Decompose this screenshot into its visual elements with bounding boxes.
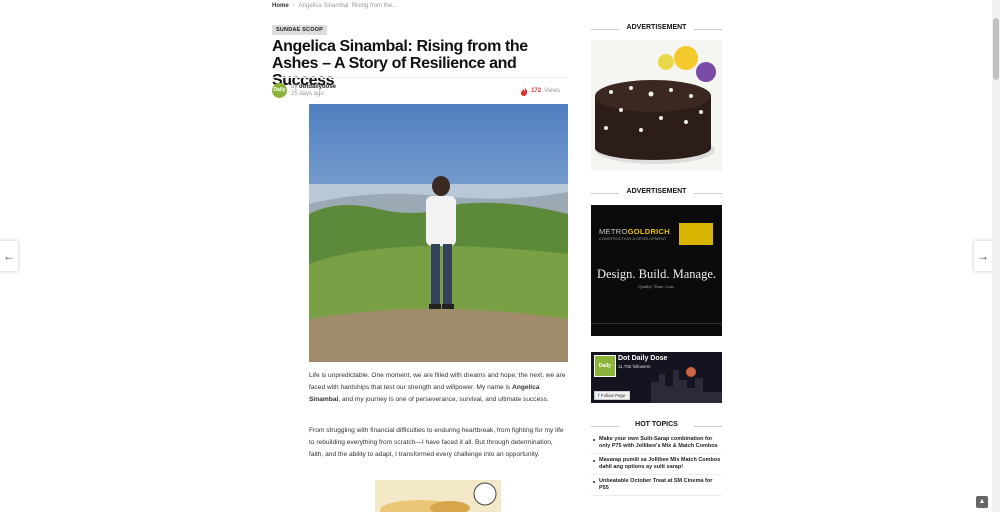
facebook-page-logo: Daily [594,355,616,377]
author-name-link[interactable]: dotdailydose [299,84,336,90]
article-paragraph: From struggling with financial difficult… [309,427,564,458]
facebook-page-name[interactable]: Dot Daily Dose [618,355,667,362]
breadcrumb-home-link[interactable]: Home [272,3,289,9]
article-paragraph: Life is unpredictable. One moment, we ar… [309,370,567,405]
views-counter: 172 Views [520,86,560,96]
author-byline: by dotdailydose [291,84,336,90]
goldrich-logo-icon [679,223,713,245]
advertisement-heading: ADVERTISEMENT [591,24,722,36]
facebook-page-widget[interactable]: Daily Dot Daily Dose 11,755 followers f … [591,352,722,403]
metro-goldrich-advertisement[interactable]: METROGOLDRICH CONSTRUCTION & DEVELOPMENT… [591,205,722,336]
follow-label: Follow Page [600,393,626,398]
hero-image [309,104,568,362]
author-avatar[interactable]: Daily [272,83,287,98]
ad-tagline: Quality. Time. Cost. [638,284,675,289]
ad-brand: METROGOLDRICH [599,227,670,236]
advertisement-heading: ADVERTISEMENT [591,188,722,200]
category-badge[interactable]: SUNDAE SCOOP [272,25,328,35]
back-to-top-button[interactable]: ▲ [976,496,988,508]
ad-brand-main: GOLDRICH [627,227,670,236]
previous-post-arrow[interactable]: ← [0,241,18,271]
ad-brand-sub: CONSTRUCTION & DEVELOPMENT [599,236,667,241]
facebook-follow-button[interactable]: f Follow Page [594,391,630,400]
arrow-left-icon: ← [3,249,15,263]
hot-topic-link[interactable]: Unbeatable October Treat at SM Cinema fo… [591,475,722,496]
post-date: 25 days ago [291,91,324,97]
scrollbar-thumb[interactable] [993,18,999,80]
facebook-followers: 11,755 followers [618,364,651,369]
hot-topic-link[interactable]: Masarap pumili sa Jollibee Mix Match Com… [591,454,722,475]
ad-headline: Design. Build. Manage. [596,267,717,281]
views-count: 172 [531,88,542,94]
views-label: Views [544,88,560,94]
flame-icon [520,86,528,96]
article-meta: Daily by dotdailydose 25 days ago 172 Vi… [272,77,568,104]
hot-topic-link[interactable]: Make your own Sulit-Sarap combination fo… [591,433,722,454]
arrow-right-icon: → [977,249,989,263]
inline-promo-image[interactable] [375,480,501,512]
breadcrumb-current: Angelica Sinambal: Rising from the... [298,3,398,9]
hot-topics-list: Make your own Sulit-Sarap combination fo… [591,433,722,496]
p1-text-end: , and my journey is one of perseverance,… [338,395,549,403]
ad-brand-prefix: METRO [599,227,628,236]
page-scrollbar[interactable] [992,0,1000,512]
byline-prefix: by [291,84,298,90]
breadcrumb-separator: › [292,3,295,9]
breadcrumb: Home › Angelica Sinambal: Rising from the.… [272,3,397,9]
cake-advertisement[interactable] [591,40,722,171]
hot-topics-heading: HOT TOPICS [591,421,722,433]
arrow-up-icon: ▲ [978,498,986,505]
facebook-icon: f [598,393,600,398]
next-post-arrow[interactable]: → [974,241,992,271]
ad-footer-bar [591,323,722,330]
